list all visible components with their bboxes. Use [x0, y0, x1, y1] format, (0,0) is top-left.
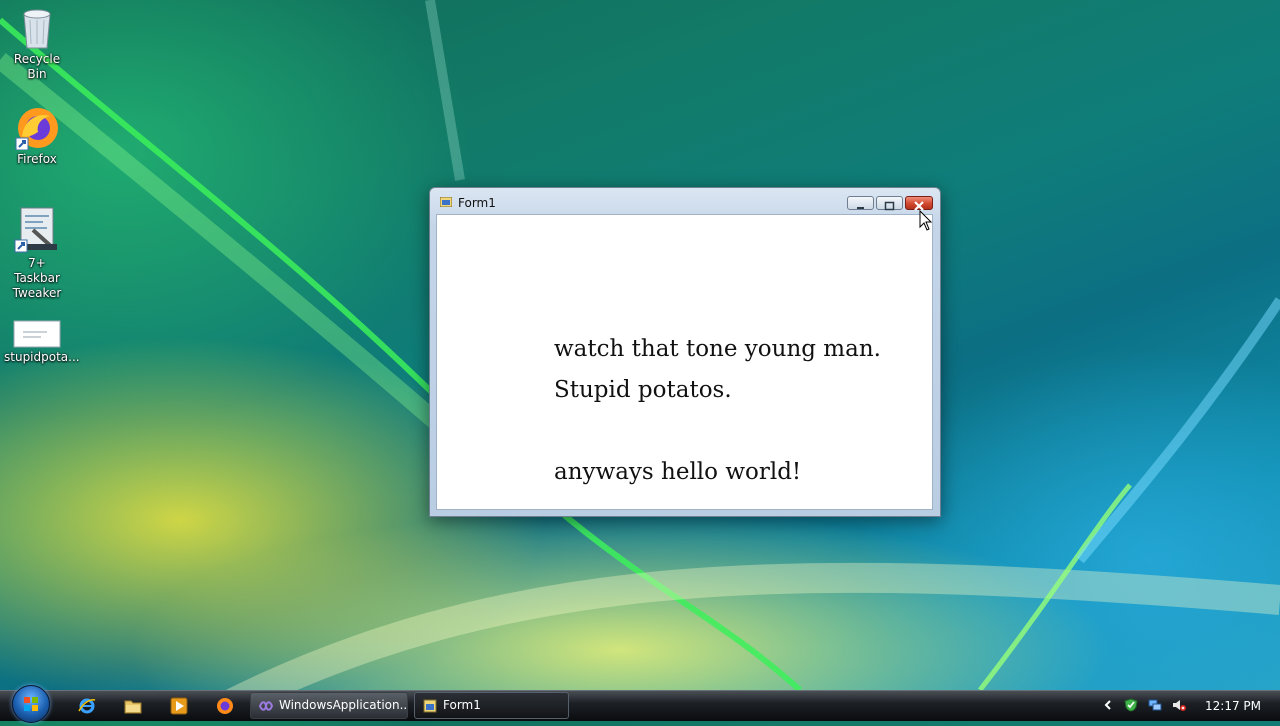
- firefox-icon[interactable]: [216, 697, 234, 715]
- maximize-button[interactable]: [876, 196, 903, 211]
- start-button[interactable]: [12, 685, 50, 723]
- desktop-icon-text-file[interactable]: stupidpota...: [4, 320, 80, 365]
- taskbar-button-label: WindowsApplication...: [279, 698, 408, 712]
- form-client-area: watch that tone young man. Stupid potato…: [436, 214, 933, 510]
- taskbar: WindowsApplication... Form1 12:17 PM: [0, 685, 1280, 723]
- windows-logo-icon: [24, 697, 38, 711]
- desktop-icon-taskbar-tweaker[interactable]: 7+ Taskbar Tweaker: [4, 204, 70, 301]
- network-icon[interactable]: [1148, 698, 1162, 712]
- desktop-icon-label: 7+ Taskbar Tweaker: [12, 256, 62, 300]
- minimize-icon: [857, 207, 864, 209]
- internet-explorer-icon[interactable]: [78, 697, 96, 715]
- taskbar-tweaker-icon: [14, 207, 57, 253]
- maximize-icon: [884, 201, 895, 211]
- form-label-line: watch that tone young man.: [554, 336, 881, 362]
- form-app-icon: [423, 699, 437, 713]
- media-player-icon[interactable]: [170, 697, 188, 715]
- recycle-bin-icon: [23, 9, 51, 49]
- taskbar-button-label: Form1: [443, 698, 481, 712]
- desktop-icon-label: stupidpota...: [4, 350, 80, 364]
- chevron-left-icon[interactable]: [1101, 698, 1115, 712]
- volume-muted-icon[interactable]: [1172, 698, 1186, 712]
- form-app-icon: [440, 197, 452, 207]
- form1-window[interactable]: Form1 watch that tone young man. Stupid …: [429, 187, 941, 517]
- minimize-button[interactable]: [847, 196, 874, 210]
- close-button[interactable]: [905, 196, 933, 211]
- desktop-icon-label: Recycle Bin: [13, 52, 61, 81]
- window-titlebar[interactable]: Form1: [430, 188, 940, 214]
- mouse-cursor-icon: [919, 210, 933, 231]
- visual-studio-icon: [259, 701, 273, 711]
- desktop-icon-recycle-bin[interactable]: Recycle Bin: [4, 6, 70, 82]
- taskbar-clock[interactable]: 12:17 PM: [1205, 699, 1261, 713]
- desktop-icon-label: Firefox: [17, 152, 57, 166]
- desktop-icon-firefox[interactable]: Firefox: [4, 106, 70, 167]
- taskbar-button-windowsapplication[interactable]: WindowsApplication...: [250, 692, 408, 719]
- form-label-line: anyways hello world!: [554, 459, 802, 485]
- text-file-icon: [13, 320, 61, 348]
- taskbar-button-form1[interactable]: Form1: [414, 692, 569, 719]
- folder-icon[interactable]: [124, 697, 142, 715]
- window-title: Form1: [458, 196, 496, 210]
- form-label-line: Stupid potatos.: [554, 377, 732, 403]
- firefox-icon: [15, 108, 58, 150]
- security-shield-icon[interactable]: [1124, 698, 1138, 712]
